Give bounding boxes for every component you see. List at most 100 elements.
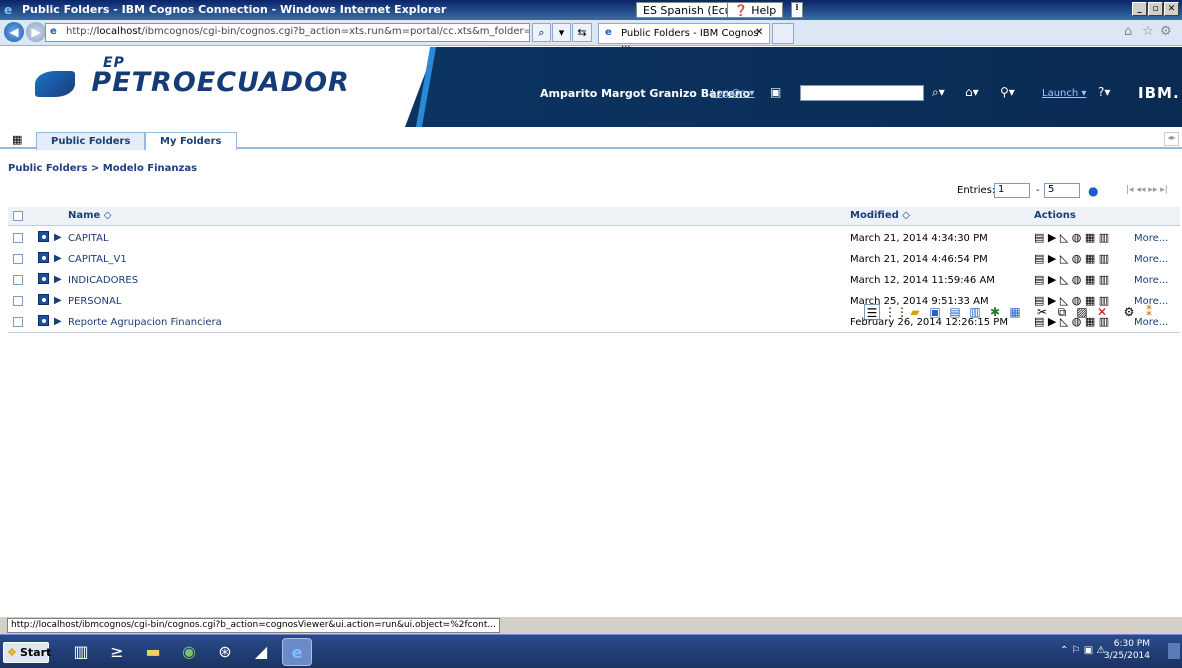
home-icon[interactable]: ⌂ bbox=[1124, 24, 1132, 39]
more-link[interactable]: More... bbox=[1134, 275, 1168, 286]
report-name-link[interactable]: CAPITAL_V1 bbox=[68, 254, 127, 265]
status-url: http://localhost/ibmcognos/cgi-bin/cogno… bbox=[7, 618, 500, 633]
tab-public-folders[interactable]: Public Folders bbox=[36, 132, 146, 150]
action-icons[interactable]: ▤ ▶ ◺ ◍ ▦ ▥ bbox=[1034, 273, 1109, 286]
system-clock[interactable]: 6:30 PM 3/25/2014 bbox=[1090, 638, 1150, 662]
close-tab-icon[interactable]: ✕ bbox=[755, 27, 763, 38]
favorites-icon[interactable]: ☆ bbox=[1142, 24, 1154, 39]
action-icons[interactable]: ▤ ▶ ◺ ◍ ▦ ▥ bbox=[1034, 231, 1109, 244]
dropdown-icon[interactable]: ▾ bbox=[552, 23, 571, 42]
report-icon bbox=[38, 252, 49, 263]
content-toolbar: ☰ ⋮⋮ ▰ ▣ ▤ ▥ ✱ ▦ ✂ ⧉ ▨ ✕ ⚙ ⁑ bbox=[0, 150, 1182, 320]
modified-date: February 26, 2014 12:26:15 PM bbox=[850, 317, 1008, 328]
tab-menu-icon[interactable]: ▦ bbox=[12, 133, 22, 146]
more-link[interactable]: More... bbox=[1134, 317, 1168, 328]
modified-date: March 21, 2014 4:46:54 PM bbox=[850, 254, 988, 265]
home-menu-icon[interactable]: ⌂▾ bbox=[965, 85, 979, 99]
row-checkbox[interactable] bbox=[13, 275, 23, 285]
help-menu-icon[interactable]: ?▾ bbox=[1098, 85, 1110, 99]
ibm-logo: IBM. bbox=[1138, 84, 1180, 102]
search-options-icon[interactable]: ⌕▾ bbox=[932, 85, 945, 100]
report-name-link[interactable]: INDICADORES bbox=[68, 275, 138, 286]
run-arrow-icon[interactable]: ▶ bbox=[54, 316, 62, 327]
clock-date: 3/25/2014 bbox=[1103, 651, 1150, 661]
modified-date: March 21, 2014 4:34:30 PM bbox=[850, 233, 988, 244]
new-tab-button[interactable] bbox=[772, 23, 794, 44]
go-icon[interactable]: ● bbox=[1088, 184, 1098, 198]
select-all-checkbox[interactable] bbox=[13, 211, 23, 221]
app-settings-icon[interactable]: ⊛ bbox=[210, 638, 240, 666]
explorer-icon[interactable]: ▬ bbox=[138, 638, 168, 666]
server-manager-icon[interactable]: ▥ bbox=[66, 638, 96, 666]
row-checkbox[interactable] bbox=[13, 254, 23, 264]
report-icon bbox=[38, 294, 49, 305]
run-arrow-icon[interactable]: ▶ bbox=[54, 232, 62, 243]
table-row: ▶ INDICADORES March 12, 2014 11:59:46 AM… bbox=[8, 270, 1180, 291]
report-name-link[interactable]: CAPITAL bbox=[68, 233, 109, 244]
start-button[interactable]: ❖ Start bbox=[3, 642, 52, 663]
action-icons[interactable]: ▤ ▶ ◺ ◍ ▦ ▥ bbox=[1034, 252, 1109, 265]
pagination-icons[interactable]: |◂ ◂◂ ▸▸ ▸| bbox=[1126, 185, 1168, 195]
new-page-icon[interactable]: ▣ bbox=[770, 85, 781, 99]
language-options-button[interactable]: ⁝ bbox=[791, 2, 803, 18]
entries-dash: - bbox=[1036, 185, 1040, 196]
internet-explorer-icon[interactable]: e bbox=[282, 638, 312, 666]
start-label: Start bbox=[20, 646, 52, 659]
search-input[interactable] bbox=[800, 85, 924, 101]
back-button[interactable]: ◀ bbox=[4, 22, 24, 42]
show-desktop-button[interactable] bbox=[1168, 643, 1180, 659]
run-arrow-icon[interactable]: ▶ bbox=[54, 253, 62, 264]
compatibility-view-icon[interactable]: ⇆ bbox=[572, 23, 592, 42]
action-icons[interactable]: ▤ ▶ ◺ ◍ ▦ ▥ bbox=[1034, 315, 1109, 328]
tools-gear-icon[interactable]: ⚙ bbox=[1160, 24, 1172, 39]
close-window-button[interactable]: ✕ bbox=[1164, 2, 1179, 16]
name-column-header[interactable]: Name ◇ bbox=[68, 210, 112, 221]
entries-from-input[interactable]: 1 bbox=[994, 183, 1030, 198]
grid-header: Name ◇ Modified ◇ Actions bbox=[8, 207, 1180, 226]
url-field[interactable]: e http://localhost/ibmcognos/cgi-bin/cog… bbox=[45, 23, 530, 42]
report-icon bbox=[38, 273, 49, 284]
user-menu-icon[interactable]: ⚲▾ bbox=[1000, 85, 1015, 99]
run-arrow-icon[interactable]: ▶ bbox=[54, 295, 62, 306]
tab-page-icon: e bbox=[605, 27, 612, 38]
help-label: Help bbox=[751, 4, 777, 17]
url-prefix: http:// bbox=[66, 26, 97, 37]
modified-column-header[interactable]: Modified ◇ bbox=[850, 210, 910, 221]
row-checkbox[interactable] bbox=[13, 233, 23, 243]
launch-menu[interactable]: Launch ▾ bbox=[1042, 88, 1086, 99]
browser-tab[interactable]: e Public Folders - IBM Cognos ... ✕ bbox=[598, 23, 770, 50]
company-logo: EP PETROECUADOR bbox=[35, 55, 350, 98]
portal-tab-bar: ▦ Public Folders My Folders ◂▸ bbox=[0, 129, 1182, 150]
entries-to-input[interactable]: 5 bbox=[1044, 183, 1080, 198]
app-frog-icon[interactable]: ◉ bbox=[174, 638, 204, 666]
run-arrow-icon[interactable]: ▶ bbox=[54, 274, 62, 285]
more-link[interactable]: More... bbox=[1134, 233, 1168, 244]
report-name-link[interactable]: PERSONAL bbox=[68, 296, 121, 307]
more-link[interactable]: More... bbox=[1134, 296, 1168, 307]
clock-time: 6:30 PM bbox=[1113, 639, 1150, 649]
report-name-link[interactable]: Reporte Agrupacion Financiera bbox=[68, 317, 222, 328]
tab-scroll-icon[interactable]: ◂▸ bbox=[1164, 132, 1179, 146]
row-checkbox[interactable] bbox=[13, 296, 23, 306]
launch-label: Launch bbox=[1042, 88, 1079, 99]
url-path: /ibmcognos/cgi-bin/cognos.cgi?b_action=x… bbox=[141, 26, 530, 37]
tab-my-folders[interactable]: My Folders bbox=[145, 132, 237, 150]
action-icons[interactable]: ▤ ▶ ◺ ◍ ▦ ▥ bbox=[1034, 294, 1109, 307]
portal-banner: EP PETROECUADOR Amparito Margot Granizo … bbox=[0, 47, 1182, 127]
powershell-icon[interactable]: ≥ bbox=[102, 638, 132, 666]
page-icon: e bbox=[50, 26, 57, 37]
more-link[interactable]: More... bbox=[1134, 254, 1168, 265]
log-on-link[interactable]: Log On ▾ bbox=[711, 88, 754, 99]
help-button[interactable]: ❓ Help bbox=[727, 2, 784, 18]
row-checkbox[interactable] bbox=[13, 317, 23, 327]
minimize-button[interactable]: _ bbox=[1132, 2, 1147, 16]
maximize-button[interactable]: ▫ bbox=[1148, 2, 1163, 16]
modified-date: March 12, 2014 11:59:46 AM bbox=[850, 275, 995, 286]
modified-date: March 25, 2014 9:51:33 AM bbox=[850, 296, 989, 307]
forward-button[interactable]: ▶ bbox=[26, 22, 46, 42]
logo-text: PETROECUADOR bbox=[91, 67, 350, 98]
table-row: ▶ PERSONAL March 25, 2014 9:51:33 AM ▤ ▶… bbox=[8, 291, 1180, 312]
table-row: ▶ CAPITAL_V1 March 21, 2014 4:46:54 PM ▤… bbox=[8, 249, 1180, 270]
app-tool-icon[interactable]: ◢ bbox=[246, 638, 276, 666]
table-row: ▶ CAPITAL March 21, 2014 4:34:30 PM ▤ ▶ … bbox=[8, 228, 1180, 249]
